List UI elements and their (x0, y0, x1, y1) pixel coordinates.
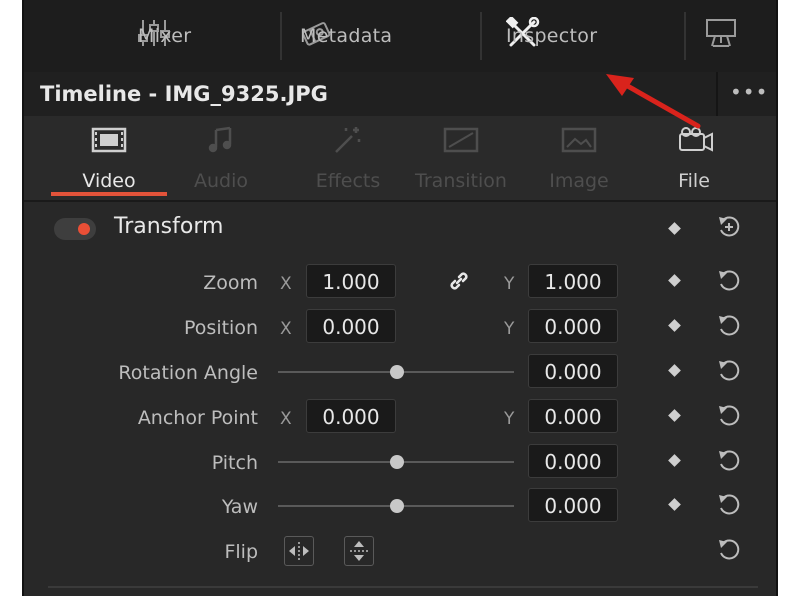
pitch-keyframe-diamond-icon[interactable] (668, 454, 681, 467)
yaw-slider-knob[interactable] (390, 499, 404, 513)
metadata-label: Metadata (300, 25, 393, 47)
position-x-field[interactable]: 0.000 (306, 309, 396, 343)
flip-vertical-icon (350, 541, 368, 561)
annotation-arrow-icon (606, 74, 701, 129)
fullscreen-viewer-button[interactable] (704, 0, 738, 72)
yaw-field[interactable]: 0.000 (528, 488, 618, 522)
anchor-x-axis-label: X (280, 409, 292, 429)
flip-reset-icon[interactable] (716, 537, 742, 563)
position-x-axis-label: X (280, 319, 292, 339)
zoom-keyframe-diamond-icon[interactable] (668, 274, 681, 287)
flip-vertical-button[interactable] (344, 536, 374, 566)
transform-section: Transform Zoom X 1.000 Y 1.000 Position … (24, 202, 776, 596)
zoom-label: Zoom (203, 272, 258, 294)
inspector-button[interactable]: Inspector (505, 0, 597, 72)
zoom-y-axis-label: Y (504, 274, 515, 294)
more-options-button[interactable]: ••• (730, 72, 768, 112)
pitch-reset-icon[interactable] (716, 448, 742, 474)
rotation-reset-icon[interactable] (716, 358, 742, 384)
image-icon (561, 124, 597, 156)
filmstrip-icon (91, 124, 127, 156)
pitch-field[interactable]: 0.000 (528, 444, 618, 478)
tab-video[interactable]: Video (64, 116, 154, 200)
flip-label: Flip (224, 541, 258, 563)
anchor-y-axis-label: Y (504, 409, 515, 429)
pitch-label: Pitch (211, 452, 258, 474)
rotation-keyframe-diamond-icon[interactable] (668, 364, 681, 377)
inspector-label: Inspector (506, 25, 598, 47)
tab-file-label: File (678, 170, 710, 192)
transition-icon (443, 124, 479, 156)
yaw-label: Yaw (221, 496, 258, 518)
transform-keyframe-diamond-icon[interactable] (668, 222, 681, 235)
pitch-slider-knob[interactable] (390, 455, 404, 469)
monitor-icon (704, 16, 738, 56)
flip-horizontal-button[interactable] (284, 536, 314, 566)
zoom-y-field[interactable]: 1.000 (528, 264, 618, 298)
tab-image-label: Image (549, 170, 609, 192)
flip-horizontal-icon (289, 542, 309, 560)
mixer-button[interactable]: Mixer (138, 0, 191, 72)
mixer-label: Mixer (138, 25, 192, 47)
position-y-field[interactable]: 0.000 (528, 309, 618, 343)
position-keyframe-diamond-icon[interactable] (668, 319, 681, 332)
position-y-axis-label: Y (504, 319, 515, 339)
rotation-angle-label: Rotation Angle (118, 362, 258, 384)
transform-toggle[interactable] (54, 218, 96, 240)
tab-audio[interactable]: Audio (176, 116, 266, 200)
rotation-angle-field[interactable]: 0.000 (528, 354, 618, 388)
transform-title: Transform (114, 214, 224, 239)
position-reset-icon[interactable] (716, 313, 742, 339)
anchor-x-field[interactable]: 0.000 (306, 399, 396, 433)
zoom-reset-icon[interactable] (716, 268, 742, 294)
yaw-reset-icon[interactable] (716, 492, 742, 518)
zoom-x-field[interactable]: 1.000 (306, 264, 396, 298)
tab-effects[interactable]: Effects (292, 116, 404, 200)
transform-reset-icon[interactable] (716, 214, 742, 240)
link-icon[interactable] (448, 270, 470, 296)
position-label: Position (184, 317, 258, 339)
active-tab-underline (51, 192, 167, 196)
zoom-x-axis-label: X (280, 274, 292, 294)
tab-video-label: Video (82, 170, 136, 192)
music-note-icon (208, 124, 234, 156)
clip-title: Timeline - IMG_9325.JPG (40, 82, 328, 106)
tab-audio-label: Audio (193, 170, 248, 192)
tab-transition[interactable]: Transition (406, 116, 516, 200)
metadata-button[interactable]: Metadata (300, 0, 392, 72)
top-toolbar: Mixer Metadata Inspector (24, 0, 776, 74)
magic-wand-icon (333, 124, 363, 156)
section-divider (48, 586, 758, 588)
yaw-keyframe-diamond-icon[interactable] (668, 498, 681, 511)
tab-transition-label: Transition (415, 170, 507, 192)
anchor-point-label: Anchor Point (137, 407, 258, 429)
anchor-reset-icon[interactable] (716, 403, 742, 429)
rotation-slider-knob[interactable] (390, 365, 404, 379)
anchor-keyframe-diamond-icon[interactable] (668, 409, 681, 422)
tab-effects-label: Effects (315, 170, 381, 192)
anchor-y-field[interactable]: 0.000 (528, 399, 618, 433)
